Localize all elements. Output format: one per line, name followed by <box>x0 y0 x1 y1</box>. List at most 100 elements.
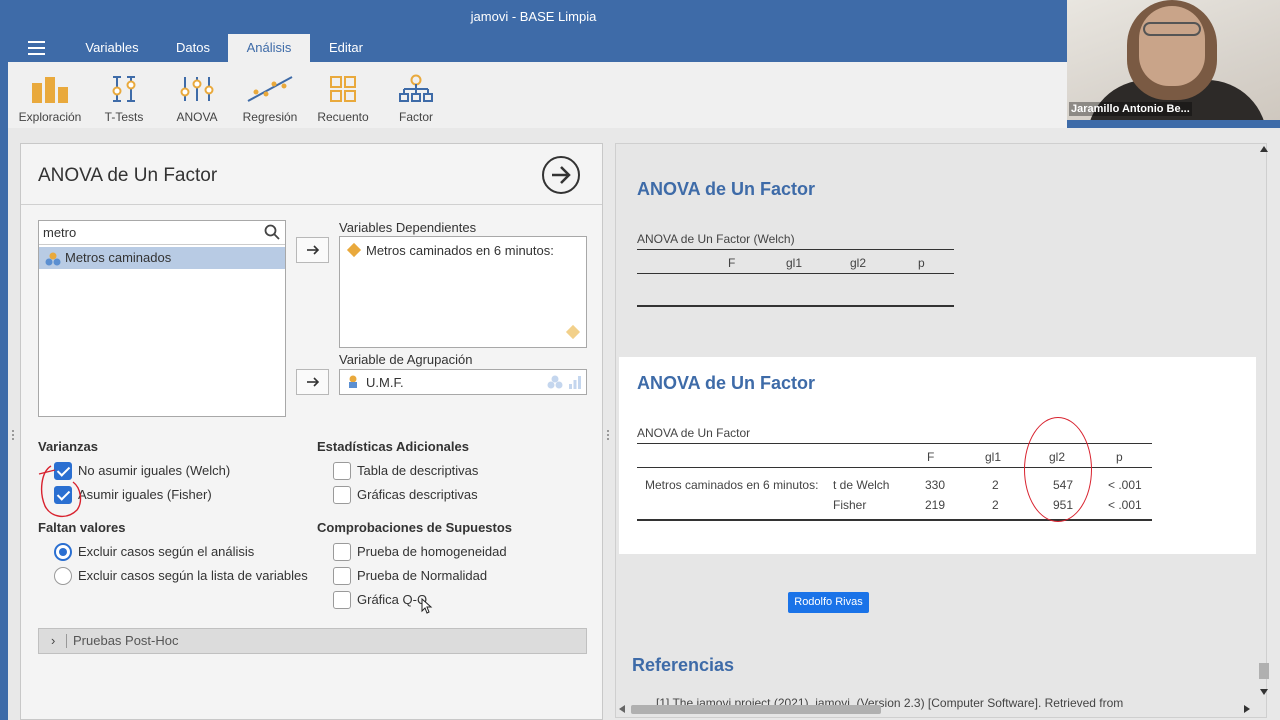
annotation-circle <box>1024 417 1092 522</box>
exclude-analysis-radio[interactable]: Excluir casos según el análisis <box>54 542 254 562</box>
menu-icon[interactable] <box>28 41 45 55</box>
arrow-right-icon <box>306 245 319 255</box>
estadisticas-heading: Estadísticas Adicionales <box>317 439 469 454</box>
table-caption: ANOVA de Un Factor (Welch) <box>637 232 795 246</box>
dependent-label: Variables Dependientes <box>339 220 477 235</box>
ttest-icon <box>88 72 160 106</box>
nominal-variable-icon <box>346 374 362 393</box>
checkbox-icon <box>333 567 351 585</box>
continuous-type-icon <box>565 324 581 343</box>
grouping-label: Variable de Agrupación <box>339 352 473 367</box>
tab-variables[interactable]: Variables <box>69 34 155 62</box>
variable-list: Metros caminados <box>38 220 286 417</box>
descriptives-table-checkbox[interactable]: Tabla de descriptivas <box>333 461 478 481</box>
exploration-button[interactable]: Exploración <box>14 72 86 124</box>
checkbox-icon <box>333 486 351 504</box>
participant-name: Jaramillo Antonio Be... <box>1069 102 1192 116</box>
move-grouping-button[interactable] <box>296 369 329 395</box>
splitter-handle[interactable] <box>606 428 610 442</box>
column-header: p <box>1116 450 1123 464</box>
table-cell: 330 <box>925 478 946 492</box>
normality-checkbox[interactable]: Prueba de Normalidad <box>333 566 487 586</box>
posthoc-section[interactable]: › Pruebas Post-Hoc <box>38 628 587 654</box>
anova-button[interactable]: ANOVA <box>161 72 233 124</box>
search-icon[interactable] <box>264 224 280 243</box>
exploration-icon <box>14 72 86 106</box>
tab-editar[interactable]: Editar <box>310 34 382 62</box>
scroll-left-icon[interactable] <box>619 705 625 713</box>
glasses-icon <box>1143 22 1201 36</box>
column-header: F <box>927 450 935 464</box>
comprobaciones-heading: Comprobaciones de Supuestos <box>317 520 513 535</box>
scroll-down-icon[interactable] <box>1260 689 1268 695</box>
faltan-heading: Faltan valores <box>38 520 126 535</box>
exclude-listwise-radio[interactable]: Excluir casos según la lista de variable… <box>54 566 308 586</box>
row-label: Metros caminados en 6 minutos: <box>645 478 819 492</box>
scroll-up-icon[interactable] <box>1260 146 1268 152</box>
table-cell: t de Welch <box>833 478 890 492</box>
ordinal-type-icon <box>568 375 582 392</box>
mouse-cursor-icon <box>421 598 433 614</box>
arrow-right-icon <box>552 166 571 184</box>
grouping-target[interactable]: U.M.F. <box>339 369 587 395</box>
tab-analisis[interactable]: Análisis <box>228 34 310 62</box>
checkbox-icon <box>333 591 351 609</box>
column-header: gl2 <box>850 256 867 270</box>
tab-datos[interactable]: Datos <box>158 34 228 62</box>
table-cell: Fisher <box>833 498 867 512</box>
search-input[interactable] <box>43 221 253 243</box>
homogeneity-checkbox[interactable]: Prueba de homogeneidad <box>333 542 507 562</box>
frequencies-button[interactable]: Recuento <box>307 72 379 124</box>
continuous-variable-icon <box>346 242 362 261</box>
nominal-type-icon <box>546 375 564 392</box>
table-caption: ANOVA de Un Factor <box>637 426 751 440</box>
dependent-item[interactable]: Metros caminados en 6 minutos: <box>366 243 554 258</box>
column-header: gl1 <box>985 450 1002 464</box>
scroll-right-icon[interactable] <box>1244 705 1250 713</box>
title-bar: jamovi - BASE Limpia <box>0 0 1067 34</box>
grouping-item[interactable]: U.M.F. <box>366 375 404 390</box>
results-title: ANOVA de Un Factor <box>637 373 816 393</box>
dependent-target[interactable]: Metros caminados en 6 minutos: <box>339 236 587 348</box>
move-dependent-button[interactable] <box>296 237 329 263</box>
frequencies-icon <box>307 72 379 106</box>
table-cell: < .001 <box>1108 498 1142 512</box>
vertical-scrollbar[interactable] <box>1257 143 1271 703</box>
results-panel: ANOVA de Un Factor ANOVA de Un Factor (W… <box>615 143 1267 718</box>
analysis-ribbon: Exploración T-Tests ANOVA Regresión Recu… <box>8 62 1067 128</box>
references-title: Referencias <box>632 655 735 675</box>
column-header: p <box>918 256 925 270</box>
results-block: ANOVA de Un Factor ANOVA de Un Factor F … <box>619 357 1256 554</box>
column-header: gl1 <box>786 256 803 270</box>
qq-plot-checkbox[interactable]: Gráfica Q-Q <box>333 590 427 610</box>
regression-button[interactable]: Regresión <box>234 72 306 124</box>
search-bar <box>39 221 285 245</box>
options-panel: ANOVA de Un Factor Metros caminados Vari… <box>20 143 603 720</box>
factor-button[interactable]: Factor <box>380 72 452 124</box>
chevron-right-icon: › <box>51 633 56 648</box>
table-cell: 219 <box>925 498 946 512</box>
column-header: F <box>728 256 736 270</box>
arrow-right-icon <box>306 377 319 387</box>
table-cell: 2 <box>992 498 999 512</box>
window-title: jamovi - BASE Limpia <box>470 9 597 24</box>
main-area: ANOVA de Un Factor Metros caminados Vari… <box>8 128 1280 720</box>
radio-icon <box>54 543 72 561</box>
ttests-button[interactable]: T-Tests <box>88 72 160 124</box>
results-title: ANOVA de Un Factor <box>637 179 816 199</box>
presenter-tag-button[interactable]: Rodolfo Rivas <box>788 592 869 613</box>
checkbox-icon <box>333 462 351 480</box>
splitter-handle[interactable] <box>11 428 15 442</box>
nominal-variable-icon <box>45 251 61 273</box>
list-item[interactable]: Metros caminados <box>39 247 285 269</box>
table-cell: 2 <box>992 478 999 492</box>
run-arrow-button[interactable] <box>542 156 580 194</box>
radio-icon <box>54 567 72 585</box>
table-cell: < .001 <box>1108 478 1142 492</box>
regression-icon <box>234 72 306 106</box>
factor-icon <box>380 72 452 106</box>
options-title: ANOVA de Un Factor <box>38 165 218 186</box>
horizontal-scrollbar[interactable] <box>617 702 1257 716</box>
varianzas-heading: Varianzas <box>38 439 98 454</box>
descriptives-plot-checkbox[interactable]: Gráficas descriptivas <box>333 485 478 505</box>
